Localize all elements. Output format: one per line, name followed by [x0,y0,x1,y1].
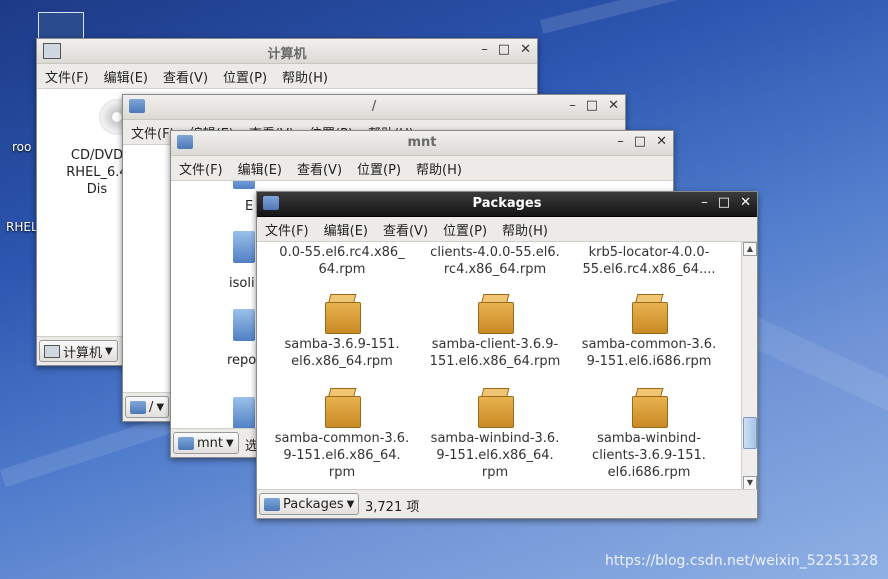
close-button[interactable]: ✕ [608,98,619,113]
menu-edit[interactable]: 编辑(E) [324,220,368,239]
desktop-streak [540,0,888,34]
maximize-button[interactable]: □ [498,42,510,57]
location-label: / [149,399,154,415]
menu-go[interactable]: 位置(P) [223,67,267,86]
menu-view[interactable]: 查看(V) [163,67,208,86]
location-label: Packages [283,496,344,512]
minimize-button[interactable]: – [701,195,708,210]
close-button[interactable]: ✕ [520,42,531,57]
computer-icon [44,344,60,358]
package-icon [325,388,361,428]
packages-titlebar[interactable]: Packages – □ ✕ [257,192,757,217]
location-button[interactable]: Packages ▼ [259,493,360,515]
package-icon [632,388,668,428]
close-button[interactable]: ✕ [740,195,751,210]
menu-edit[interactable]: 编辑(E) [104,67,148,86]
menubar: 文件(F) 编辑(E) 查看(V) 位置(P) 帮助(H) [257,217,757,242]
file-name: samba-common-3.6. 9-151.el6.i686.rpm [581,337,717,369]
package-icon [632,294,668,334]
menu-go[interactable]: 位置(P) [357,159,401,178]
root-titlebar[interactable]: / – □ ✕ [123,95,625,120]
statusbar: Packages ▼ 3,721 项 [257,489,757,518]
menu-help[interactable]: 帮助(H) [282,67,328,86]
chevron-down-icon: ▼ [226,437,234,449]
computer-titlebar[interactable]: 计算机 – □ ✕ [37,39,537,64]
menu-file[interactable]: 文件(F) [45,67,89,86]
file-item[interactable]: krb5-locator-4.0.0- 55.el6.rc4.x86_64...… [574,244,724,278]
menu-view[interactable]: 查看(V) [297,159,342,178]
file-name: 0.0-55.el6.rc4.x86_ 64.rpm [279,245,405,277]
file-item[interactable]: samba-client-3.6.9- 151.el6.x86_64.rpm [420,294,570,370]
folder-icon [130,400,146,414]
package-icon [478,294,514,334]
file-item[interactable]: samba-3.6.9-151. el6.x86_64.rpm [267,294,417,370]
item-label: isoli [229,276,255,291]
window-title: 计算机 [267,47,307,62]
window-title: / [371,99,377,114]
folder-icon[interactable] [233,309,255,341]
menu-file[interactable]: 文件(F) [131,123,175,142]
file-name: samba-common-3.6. 9-151.el6.x86_64. rpm [274,431,410,480]
location-label: mnt [197,435,223,451]
maximize-button[interactable]: □ [586,98,598,113]
folder-icon [178,436,194,450]
chevron-down-icon: ▼ [346,498,355,510]
menu-view[interactable]: 查看(V) [383,220,428,239]
menubar: 文件(F) 编辑(E) 查看(V) 位置(P) 帮助(H) [37,64,537,89]
file-item[interactable]: samba-winbind-3.6. 9-151.el6.x86_64. rpm [420,388,570,481]
vertical-scrollbar[interactable]: ▲ ▼ [741,242,757,490]
location-label: 计算机 [63,345,103,361]
menubar: 文件(F) 编辑(E) 查看(V) 位置(P) 帮助(H) [171,156,673,181]
file-item[interactable]: samba-common-3.6. 9-151.el6.i686.rpm [574,294,724,370]
location-button[interactable]: mnt ▼ [173,432,239,454]
item-label: repo [227,353,257,368]
mnt-titlebar[interactable]: mnt – □ ✕ [171,131,673,156]
item-label: E [245,199,254,214]
watermark: https://blog.csdn.net/weixin_52251328 [604,553,878,569]
packages-window: Packages – □ ✕ 文件(F) 编辑(E) 查看(V) 位置(P) 帮… [256,191,758,519]
menu-go[interactable]: 位置(P) [443,220,487,239]
window-title: Packages [472,196,542,211]
file-item[interactable]: clients-4.0.0-55.el6. rc4.x86_64.rpm [420,244,570,278]
scroll-up-button[interactable]: ▲ [743,242,757,256]
file-name: samba-winbind- clients-3.6.9-151. el6.i6… [592,431,706,480]
package-icon [325,294,361,334]
file-item[interactable]: samba-common-3.6. 9-151.el6.x86_64. rpm [267,388,417,481]
folder-icon [264,497,280,511]
folder-icon[interactable] [233,397,255,429]
maximize-button[interactable]: □ [718,195,730,210]
chevron-down-icon: ▼ [156,401,165,413]
file-item[interactable]: 0.0-55.el6.rc4.x86_ 64.rpm [267,244,417,278]
file-item[interactable]: samba-winbind- clients-3.6.9-151. el6.i6… [574,388,724,481]
location-button[interactable]: / ▼ [125,396,170,418]
menu-help[interactable]: 帮助(H) [502,220,548,239]
scroll-thumb[interactable] [743,417,757,449]
minimize-button[interactable]: – [481,42,488,57]
file-name: samba-client-3.6.9- 151.el6.x86_64.rpm [429,337,561,369]
maximize-button[interactable]: □ [634,134,646,149]
menu-edit[interactable]: 编辑(E) [238,159,282,178]
chevron-down-icon: ▼ [105,345,113,357]
folder-icon[interactable] [233,181,255,189]
close-button[interactable]: ✕ [656,134,667,149]
item-count: 3,721 项 [365,500,420,515]
file-grid: 0.0-55.el6.rc4.x86_ 64.rpm clients-4.0.0… [257,242,757,490]
menu-help[interactable]: 帮助(H) [416,159,462,178]
menu-file[interactable]: 文件(F) [265,220,309,239]
location-button[interactable]: 计算机 ▼ [39,340,118,362]
window-title: mnt [407,135,437,150]
desktop-label-rhel[interactable]: RHEL [6,220,38,234]
desktop-label-root[interactable]: roo [12,140,31,154]
file-name: samba-3.6.9-151. el6.x86_64.rpm [284,337,400,369]
file-name: krb5-locator-4.0.0- 55.el6.rc4.x86_64...… [582,245,716,277]
menu-file[interactable]: 文件(F) [179,159,223,178]
file-name: clients-4.0.0-55.el6. rc4.x86_64.rpm [430,245,560,277]
minimize-button[interactable]: – [617,134,624,149]
minimize-button[interactable]: – [569,98,576,113]
scroll-down-button[interactable]: ▼ [743,476,757,490]
file-name: samba-winbind-3.6. 9-151.el6.x86_64. rpm [430,431,560,480]
folder-icon[interactable] [233,231,255,263]
package-icon [478,388,514,428]
